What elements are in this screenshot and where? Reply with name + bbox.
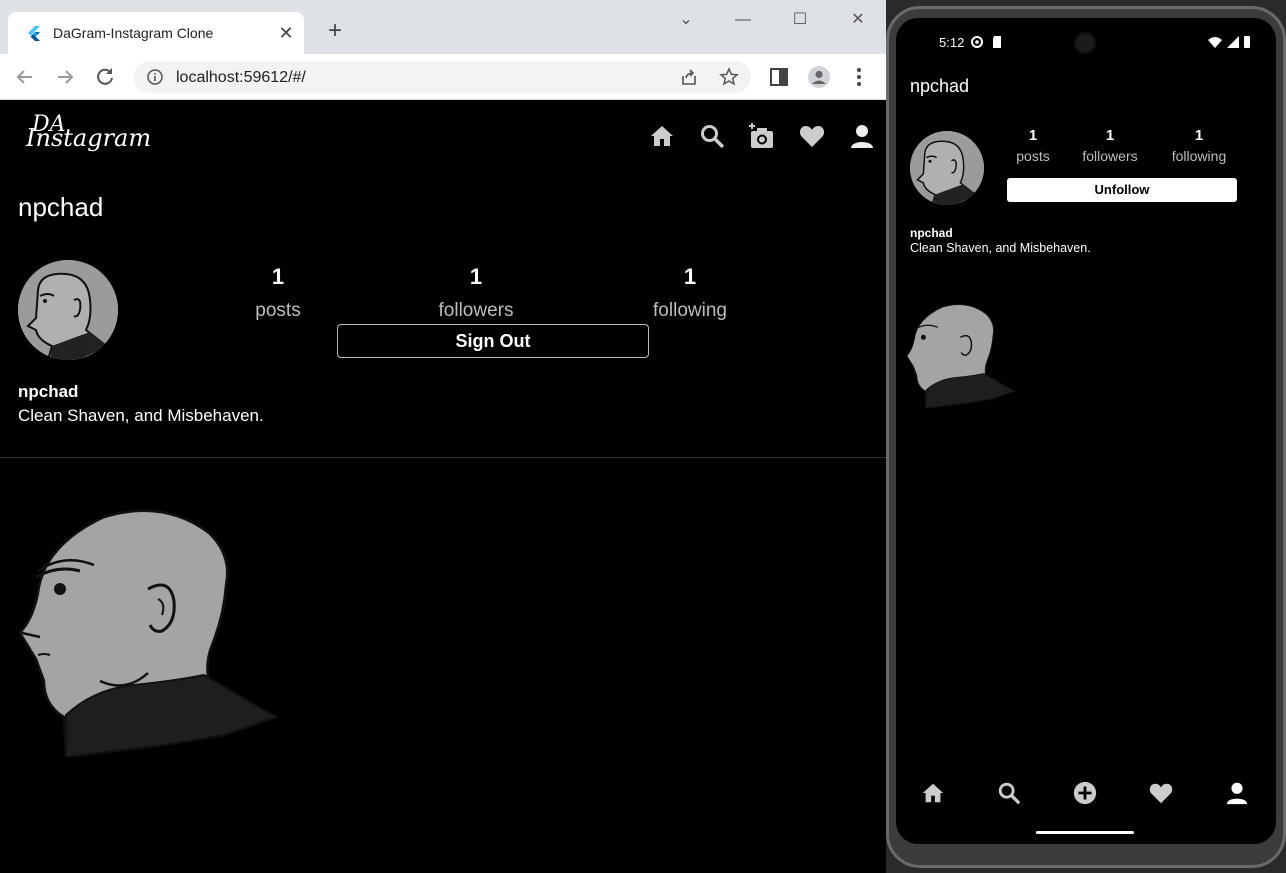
settings-gear-icon <box>971 36 983 48</box>
address-bar[interactable]: localhost:59612/#/ <box>134 61 751 93</box>
status-time: 5:12 <box>939 35 965 50</box>
stat-followers[interactable]: 1 followers <box>1070 127 1150 164</box>
more-menu-icon[interactable] <box>848 66 870 88</box>
side-panel-icon[interactable] <box>768 66 790 88</box>
url-text: localhost:59612/#/ <box>176 69 306 86</box>
info-icon[interactable] <box>146 68 164 86</box>
person-icon[interactable] <box>848 122 876 150</box>
forward-arrow-icon[interactable] <box>52 64 78 90</box>
heart-icon[interactable] <box>798 122 826 150</box>
tab-title: DaGram-Instagram Clone <box>53 25 214 41</box>
stat-posts[interactable]: 1 posts <box>993 127 1073 164</box>
tab-strip: DaGram-Instagram Clone ✕ + ⌄ — ☐ ✕ <box>0 0 886 54</box>
bookmark-star-icon[interactable] <box>719 67 739 87</box>
sd-card-icon <box>993 36 1001 48</box>
avatar <box>910 131 984 205</box>
post-thumbnail[interactable] <box>904 302 1016 408</box>
browser-window: DaGram-Instagram Clone ✕ + ⌄ — ☐ ✕ local… <box>0 0 886 873</box>
home-icon[interactable] <box>648 122 676 150</box>
phone-screen: 5:12 npchad 1 posts 1 followers 1 follow… <box>896 18 1276 844</box>
stat-label: following <box>1171 148 1227 164</box>
bio-description: Clean Shaven, and Misbehaven. <box>18 406 264 425</box>
bio-description: Clean Shaven, and Misbehaven. <box>910 241 1091 255</box>
maximize-button[interactable]: ☐ <box>785 8 815 32</box>
logo-text: Instagram <box>26 124 152 152</box>
sign-out-button[interactable]: Sign Out <box>337 324 649 358</box>
person-icon[interactable] <box>1224 780 1250 806</box>
web-page: DA Instagram npchad 1 posts 1 followers … <box>0 100 886 873</box>
page-title: npchad <box>18 192 104 222</box>
tab-close-icon[interactable]: ✕ <box>276 23 296 43</box>
unfollow-button[interactable]: Unfollow <box>1007 178 1237 202</box>
stat-label: followers <box>438 300 514 321</box>
share-icon[interactable] <box>679 67 699 87</box>
stat-label: followers <box>1082 148 1138 164</box>
back-arrow-icon[interactable] <box>12 64 38 90</box>
stat-value: 1 <box>469 264 483 289</box>
bio-username: npchad <box>18 382 79 401</box>
reload-icon[interactable] <box>92 64 118 90</box>
divider <box>0 457 886 458</box>
instagram-logo[interactable]: DA Instagram <box>26 112 151 158</box>
profile-avatar-icon[interactable] <box>808 66 830 88</box>
close-window-button[interactable]: ✕ <box>843 8 873 32</box>
gesture-home-bar[interactable] <box>1036 831 1134 834</box>
stat-following[interactable]: 1 following <box>620 264 760 322</box>
page-title: npchad <box>910 76 970 96</box>
bio-username: npchad <box>910 226 953 240</box>
stat-followers[interactable]: 1 followers <box>406 264 546 322</box>
stat-value: 1 <box>683 264 697 289</box>
battery-icon <box>1244 36 1250 48</box>
search-icon[interactable] <box>698 122 726 150</box>
flutter-icon <box>28 26 40 41</box>
stat-label: posts <box>1016 148 1050 164</box>
new-tab-button[interactable]: + <box>323 19 347 44</box>
stat-value: 1 <box>1028 127 1038 144</box>
wifi-icon <box>1208 37 1222 48</box>
stat-following[interactable]: 1 following <box>1159 127 1239 164</box>
tab-search-icon[interactable]: ⌄ <box>671 8 701 32</box>
add-circle-icon[interactable] <box>1072 780 1098 806</box>
avatar <box>18 260 118 360</box>
stat-value: 1 <box>1194 127 1204 144</box>
minimize-button[interactable]: — <box>728 8 758 32</box>
stat-label: following <box>653 300 727 321</box>
stat-posts[interactable]: 1 posts <box>208 264 348 322</box>
heart-icon[interactable] <box>1148 780 1174 806</box>
front-camera <box>1074 32 1096 54</box>
browser-toolbar: localhost:59612/#/ <box>0 54 886 100</box>
stat-value: 1 <box>271 264 285 289</box>
stat-value: 1 <box>1105 127 1115 144</box>
post-thumbnail[interactable] <box>14 505 280 757</box>
add-photo-icon[interactable] <box>748 122 776 150</box>
stat-label: posts <box>255 300 301 321</box>
search-icon[interactable] <box>996 780 1022 806</box>
home-icon[interactable] <box>920 780 946 806</box>
signal-icon <box>1227 36 1239 48</box>
browser-tab[interactable]: DaGram-Instagram Clone ✕ <box>8 12 304 54</box>
